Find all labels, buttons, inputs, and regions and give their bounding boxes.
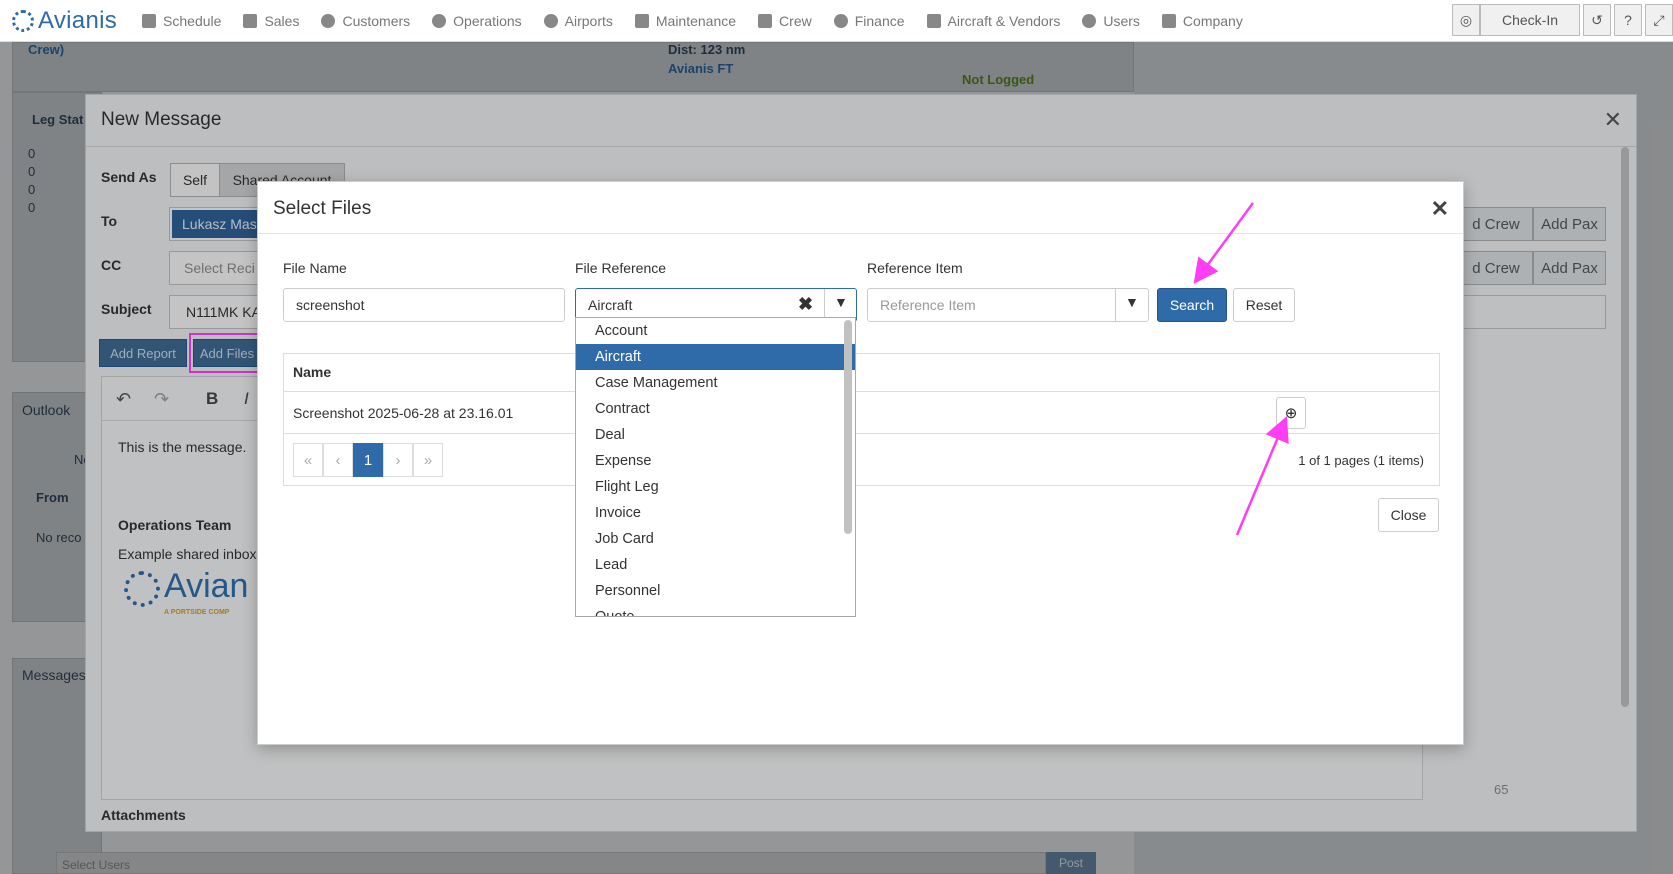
annotation-arrows	[1193, 202, 1289, 536]
arrow-to-search	[1193, 202, 1255, 285]
arrow-to-add-file	[1235, 416, 1289, 536]
